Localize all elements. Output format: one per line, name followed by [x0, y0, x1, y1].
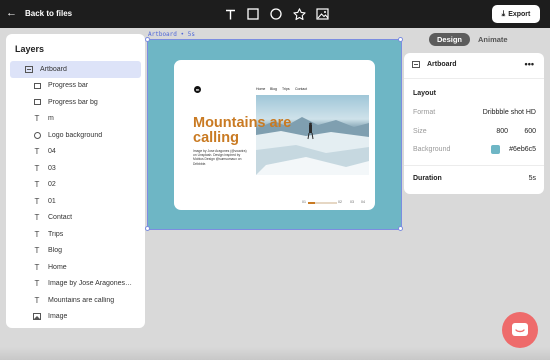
logo-letter[interactable]: m [195, 87, 200, 92]
layers-panel: Layers Artboard Progress bar Progress ba… [6, 34, 145, 328]
back-to-files-label: Back to files [25, 8, 73, 18]
text-icon: T [34, 196, 40, 206]
layer-item-02[interactable]: T 02 [6, 177, 145, 194]
size-height-input[interactable]: 600 [524, 128, 536, 135]
properties-header: Artboard [412, 61, 457, 68]
layout-section-title: Layout [413, 90, 436, 97]
format-label: Format [413, 109, 436, 116]
size-label: Size [413, 128, 427, 135]
layer-item-01[interactable]: T 01 [6, 193, 145, 210]
design-card: m Home Blog Trips Contact Mountains are … [174, 60, 375, 210]
text-icon: T [34, 262, 40, 272]
text-icon: T [34, 295, 40, 305]
layer-item-progress-bar-bg[interactable]: Progress bar bg [6, 94, 145, 111]
divider [404, 78, 544, 79]
properties-panel: Artboard ••• Layout Format Dribbble shot… [404, 53, 544, 194]
text-tool-icon[interactable] [222, 6, 238, 22]
headline[interactable]: Mountains are calling [193, 116, 293, 146]
layer-list: Artboard Progress bar Progress bar bg Tm… [6, 61, 145, 325]
nav-home[interactable]: Home [256, 87, 265, 91]
layer-item-trips[interactable]: T Trips [6, 226, 145, 243]
rectangle-tool-icon[interactable] [245, 6, 261, 22]
nav-trips[interactable]: Trips [282, 87, 290, 91]
divider [404, 165, 544, 166]
resize-handle-top-left[interactable] [145, 37, 150, 42]
resize-handle-bottom-left[interactable] [145, 226, 150, 231]
more-options-icon[interactable]: ••• [525, 59, 534, 69]
ellipse-icon [32, 131, 42, 139]
image-tool-icon[interactable] [314, 6, 330, 22]
arrow-left-icon: ← [6, 7, 17, 19]
layer-item-image[interactable]: Image [6, 309, 145, 326]
layers-title: Layers [15, 44, 45, 54]
text-icon: T [34, 213, 40, 223]
progress-bar[interactable] [308, 202, 316, 204]
image-icon [32, 313, 42, 321]
artboard-icon [412, 61, 420, 68]
duration-label: Duration [413, 175, 442, 182]
tab-animate[interactable]: Animate [470, 33, 516, 46]
text-icon: T [34, 229, 40, 239]
back-to-files-button[interactable]: ← Back to files [6, 7, 72, 19]
layer-item-progress-bar[interactable]: Progress bar [6, 78, 145, 95]
tab-design[interactable]: Design [429, 33, 471, 46]
background-color-swatch[interactable] [491, 145, 500, 154]
top-toolbar: ← Back to files ⤓ Export [0, 0, 550, 28]
page-number-01[interactable]: 01 [302, 200, 306, 204]
page-number-04[interactable]: 04 [361, 200, 365, 204]
size-width-input[interactable]: 800 [496, 128, 508, 135]
properties-title: Artboard [427, 61, 457, 68]
chat-help-icon[interactable] [502, 312, 538, 348]
background-color-input[interactable]: #6eb6c5 [509, 146, 536, 153]
text-icon: T [34, 246, 40, 256]
insert-tools [222, 6, 337, 22]
panel-tabs: Design Animate [429, 33, 516, 46]
rectangle-icon [32, 99, 42, 106]
text-icon: T [34, 180, 40, 190]
export-button[interactable]: ⤓ Export [492, 5, 540, 23]
text-icon: T [34, 147, 40, 157]
layer-item-04[interactable]: T 04 [6, 144, 145, 161]
format-select[interactable]: Dribbble shot HD [483, 109, 536, 116]
download-icon: ⤓ [501, 9, 506, 18]
layer-item-03[interactable]: T 03 [6, 160, 145, 177]
layer-item-image-credit[interactable]: T Image by Jose Aragones… [6, 276, 145, 293]
text-icon: T [34, 114, 40, 124]
export-label: Export [508, 10, 531, 18]
layer-item-contact[interactable]: T Contact [6, 210, 145, 227]
artboard[interactable]: m Home Blog Trips Contact Mountains are … [145, 37, 403, 231]
ellipse-tool-icon[interactable] [268, 6, 284, 22]
layer-item-headline[interactable]: T Mountains are calling [6, 292, 145, 309]
layer-item-blog[interactable]: T Blog [6, 243, 145, 260]
duration-input[interactable]: 5s [529, 175, 536, 182]
artboard-icon [24, 65, 34, 73]
layer-item-logo-background[interactable]: Logo background [6, 127, 145, 144]
page-number-03[interactable]: 03 [350, 200, 354, 204]
bottom-shade [0, 347, 550, 360]
artboard-label: Artboard • 5s [148, 31, 195, 38]
star-tool-icon[interactable] [291, 6, 307, 22]
resize-handle-bottom-right[interactable] [398, 226, 403, 231]
resize-handle-top-right[interactable] [398, 37, 403, 42]
rectangle-icon [32, 82, 42, 89]
layer-item-home[interactable]: T Home [6, 259, 145, 276]
page-number-02[interactable]: 02 [338, 200, 342, 204]
progress-bar-bg[interactable] [308, 202, 337, 204]
background-label: Background [413, 146, 451, 153]
text-icon: T [34, 279, 40, 289]
text-icon: T [34, 163, 40, 173]
nav-contact[interactable]: Contact [295, 87, 307, 91]
image-credit[interactable]: Image by Jose Aragones (@voactra) on Uns… [193, 149, 251, 166]
nav-blog[interactable]: Blog [270, 87, 277, 91]
layer-item-artboard[interactable]: Artboard [10, 61, 141, 78]
layer-item-m[interactable]: Tm [6, 111, 145, 128]
